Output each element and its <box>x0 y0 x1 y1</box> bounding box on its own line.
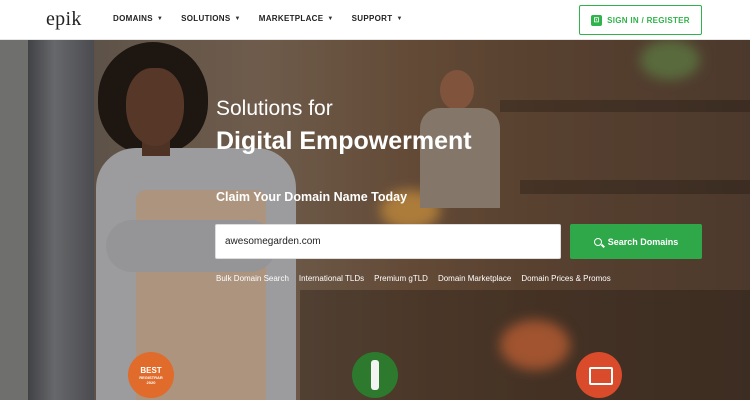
nav-support[interactable]: SUPPORT ▼ <box>352 14 403 23</box>
nav-marketplace[interactable]: MARKETPLACE ▼ <box>259 14 334 23</box>
hero-overlay <box>0 40 750 400</box>
quick-links: Bulk Domain Search International TLDs Pr… <box>216 274 621 283</box>
award-badge-icon <box>352 352 398 398</box>
nav-label: SUPPORT <box>351 14 393 23</box>
signin-label: SIGN IN / REGISTER <box>607 15 690 25</box>
link-premium-gtld[interactable]: Premium gTLD <box>374 274 428 283</box>
search-domains-button[interactable]: Search Domains <box>570 224 702 259</box>
link-domain-marketplace[interactable]: Domain Marketplace <box>438 274 511 283</box>
badge-line3: 2020 <box>146 379 156 385</box>
caret-down-icon: ▼ <box>396 15 403 22</box>
site-header: epik DOMAINS ▼ SOLUTIONS ▼ MARKETPLACE ▼… <box>0 0 750 40</box>
caret-down-icon: ▼ <box>327 15 334 22</box>
signin-icon: ⊡ <box>591 14 603 26</box>
claim-heading: Claim Your Domain Name Today <box>216 190 408 204</box>
link-bulk-domain-search[interactable]: Bulk Domain Search <box>216 274 289 283</box>
search-button-label: Search Domains <box>607 236 679 247</box>
nav-label: DOMAINS <box>113 14 153 23</box>
logo[interactable]: epik <box>46 8 82 31</box>
caret-down-icon: ▼ <box>234 15 241 22</box>
caret-down-icon: ▼ <box>156 15 164 22</box>
award-badge-icon <box>576 352 622 398</box>
best-registrar-badge-icon: BEST REGISTRAR 2020 <box>128 352 174 398</box>
search-icon <box>593 237 602 246</box>
badge-line1: BEST <box>140 365 162 375</box>
nav-label: SOLUTIONS <box>181 14 231 23</box>
link-international-tlds[interactable]: International TLDs <box>299 274 364 283</box>
main-nav: DOMAINS ▼ SOLUTIONS ▼ MARKETPLACE ▼ SUPP… <box>113 14 421 23</box>
domain-search-input[interactable] <box>215 224 561 259</box>
signin-register-button[interactable]: ⊡ SIGN IN / REGISTER <box>579 5 702 35</box>
nav-label: MARKETPLACE <box>258 14 324 23</box>
nav-domains[interactable]: DOMAINS ▼ <box>113 14 163 23</box>
nav-solutions[interactable]: SOLUTIONS ▼ <box>181 14 241 23</box>
hero-section: Solutions for Digital Empowerment Claim … <box>0 40 750 400</box>
link-domain-prices-promos[interactable]: Domain Prices & Promos <box>521 274 610 283</box>
hero-subtitle: Solutions for <box>216 97 333 120</box>
hero-title: Digital Empowerment <box>216 127 472 155</box>
